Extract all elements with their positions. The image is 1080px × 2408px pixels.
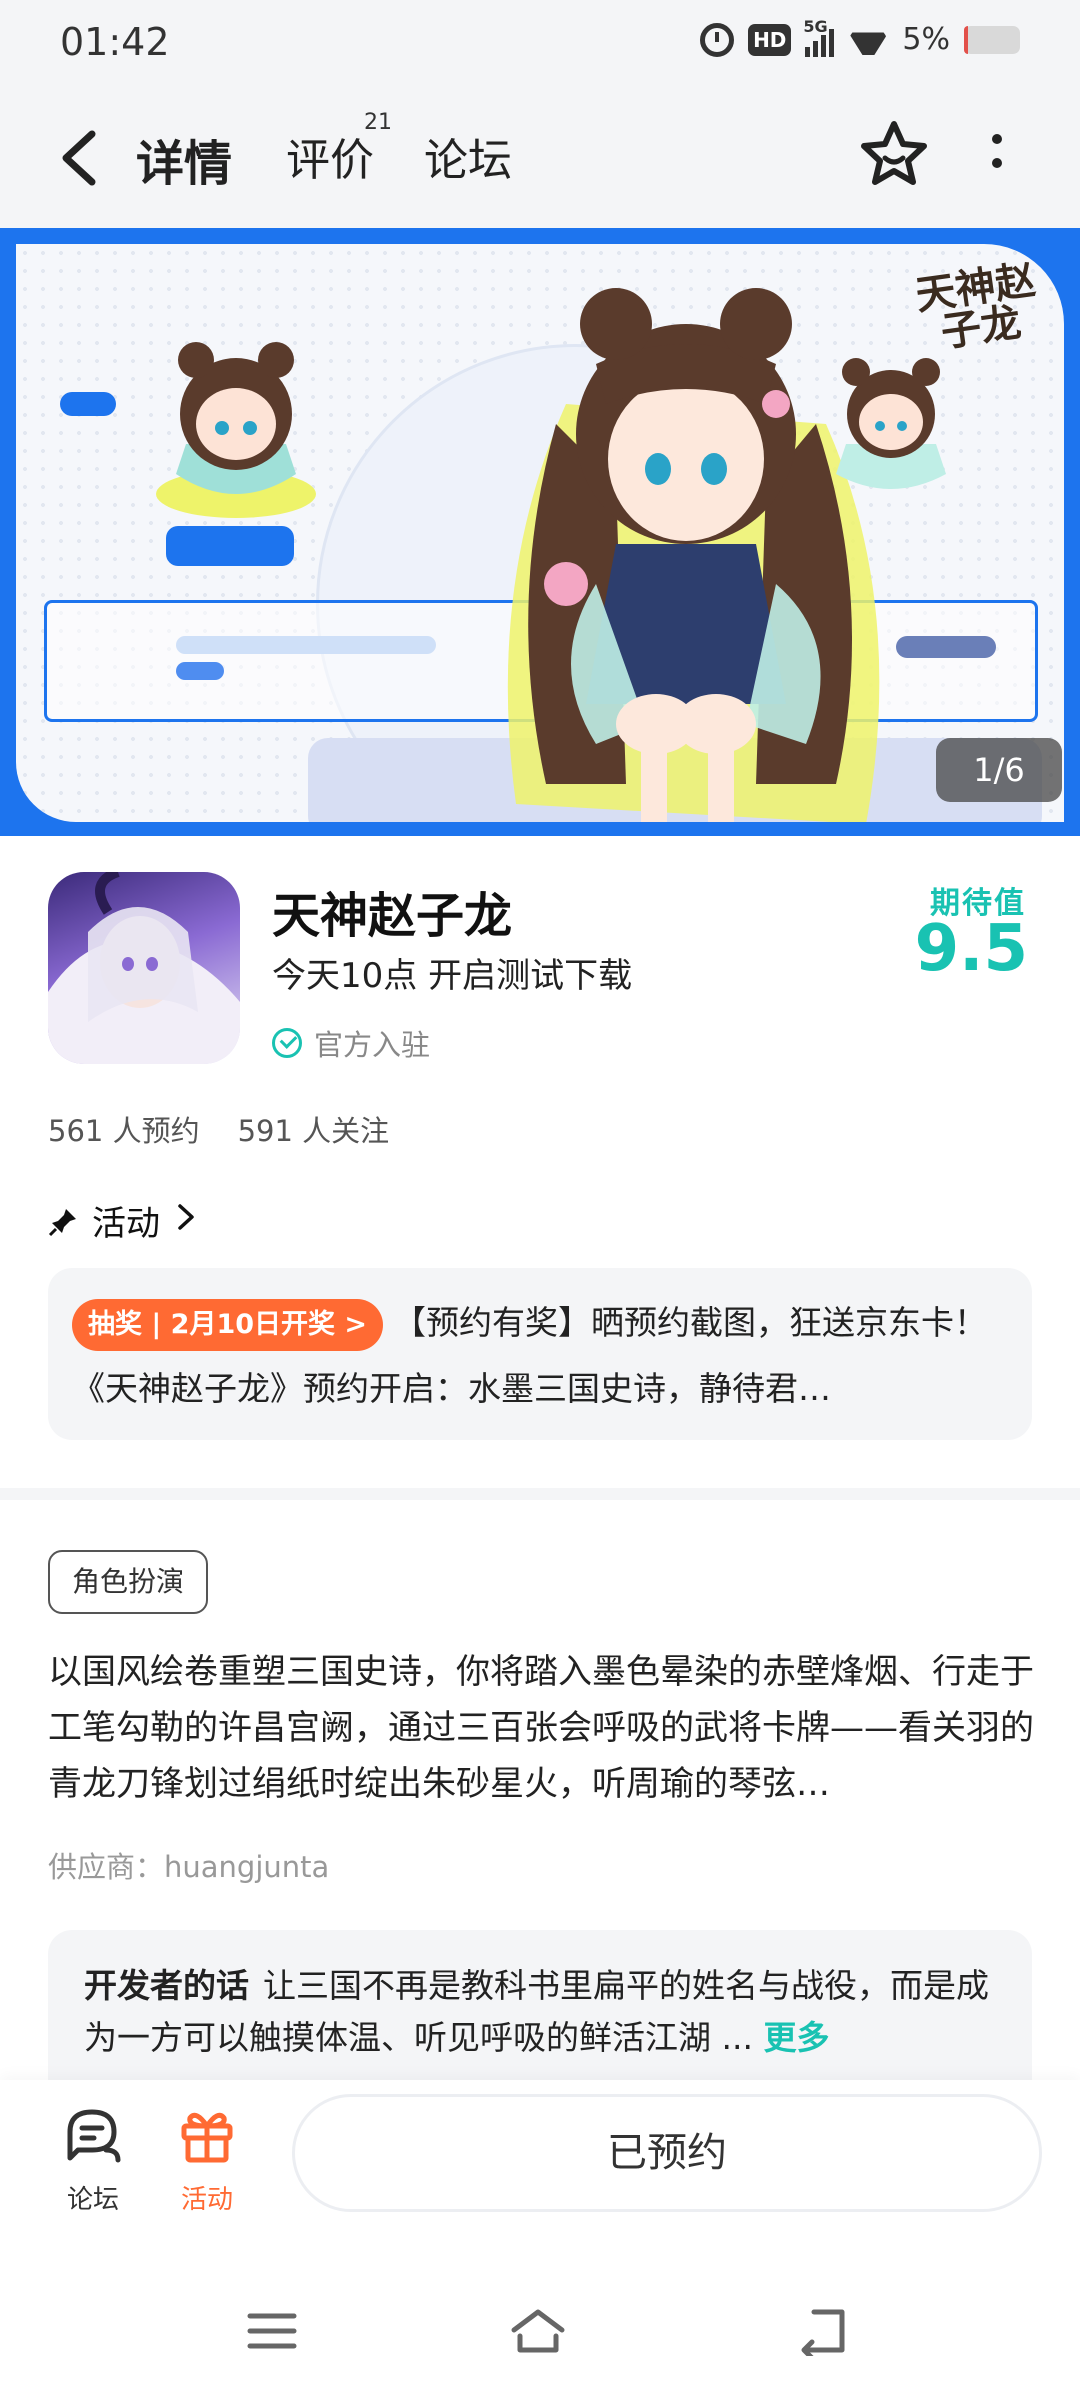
wifi-icon	[848, 25, 888, 55]
verified-check-icon	[272, 1028, 302, 1058]
tab-review[interactable]: 评价 21	[286, 110, 392, 188]
alarm-icon	[700, 22, 735, 57]
bottom-activity-label: 活动	[180, 2185, 233, 2215]
tab-forum-label: 论坛	[424, 135, 512, 186]
tab-review-label: 评价	[286, 135, 374, 186]
section-divider	[0, 1488, 1080, 1500]
gift-icon	[181, 2112, 233, 2163]
back-button[interactable]	[52, 126, 112, 190]
developer-note-title: 开发者的话	[84, 1966, 249, 2005]
back-arrow-icon	[62, 130, 96, 186]
game-launch-info: 今天10点 开启测试下载	[272, 956, 633, 996]
activity-heading: 活动	[92, 1204, 160, 1244]
bottom-forum-button[interactable]: 论坛	[48, 2104, 138, 2216]
status-time: 01:42	[60, 20, 170, 64]
review-count-badge: 21	[364, 110, 392, 135]
network-label: 5G	[803, 16, 828, 36]
game-stats: 561 人预约 591 人关注	[48, 1108, 389, 1150]
game-title: 天神赵子龙	[272, 888, 513, 944]
chibi-character-left	[156, 342, 316, 518]
supplier-info: 供应商：huangjunta	[48, 1850, 330, 1884]
more-link[interactable]: 更多	[763, 2018, 829, 2057]
signal-5g-icon: 5G	[803, 17, 835, 57]
official-label: 官方入驻	[314, 1028, 431, 1062]
star-icon	[861, 121, 927, 185]
battery-icon	[964, 25, 1020, 54]
game-icon-artwork	[48, 872, 240, 1064]
tab-forum[interactable]: 论坛	[424, 124, 512, 188]
tab-detail[interactable]: 详情	[132, 124, 239, 200]
status-bar: 01:42 HD 5G 5%	[0, 0, 1080, 88]
game-description[interactable]: 以国风绘卷重塑三国史诗，你将踏入墨色晕染的赤壁烽烟、行走于工笔勾勒的许昌宫阙，通…	[48, 1644, 1038, 1812]
reservation-count: 561 人预约	[48, 1114, 200, 1148]
battery-percent: 5%	[902, 22, 950, 57]
banner-image: 天神赵子龙	[16, 244, 1064, 822]
follower-count: 591 人关注	[237, 1114, 390, 1148]
expectation-score: 9.5	[914, 912, 1028, 986]
pin-icon	[48, 1206, 78, 1236]
activity-section-link[interactable]: 活动	[48, 1196, 198, 1245]
chat-bubble-icon	[67, 2109, 121, 2163]
system-navigation-bar	[0, 2250, 1080, 2408]
game-app-icon	[48, 872, 240, 1064]
bottom-action-bar: 论坛 活动 已预约	[0, 2080, 1080, 2250]
bottom-forum-label: 论坛	[66, 2185, 119, 2215]
developer-note-card[interactable]: 开发者的话 让三国不再是教科书里扁平的姓名与战役，而是成为一方可以触摸体温、听见呼…	[48, 1930, 1032, 2100]
activity-card[interactable]: 抽奖 | 2月10日开奖 > 【预约有奖】晒预约截图，狂送京东卡！《天神赵子龙》预…	[48, 1268, 1032, 1440]
more-dot-icon	[992, 158, 1002, 168]
hd-icon: HD	[748, 23, 792, 56]
status-icons: HD 5G 5%	[700, 17, 1020, 57]
tab-detail-label: 详情	[136, 136, 233, 192]
top-nav: 详情 评价 21 论坛	[0, 88, 1080, 228]
official-badge: 官方入驻	[272, 1022, 430, 1064]
genre-tag[interactable]: 角色扮演	[48, 1550, 209, 1614]
banner-page-counter: 1/6	[936, 738, 1062, 802]
more-dot-icon	[992, 134, 1002, 144]
banner-carousel[interactable]: 天神赵子龙 1/6	[0, 228, 1080, 836]
game-logo-text: 天神赵子龙	[912, 256, 1039, 357]
bottom-activity-button[interactable]: 活动	[162, 2104, 252, 2216]
chevron-right-icon	[174, 1201, 198, 1241]
reserved-button[interactable]: 已预约	[292, 2094, 1042, 2212]
system-back-icon[interactable]	[796, 2306, 852, 2356]
chibi-character-right	[836, 358, 946, 489]
favorite-button[interactable]	[858, 118, 930, 190]
more-options-button[interactable]	[982, 134, 1012, 194]
menu-icon[interactable]	[244, 2306, 300, 2356]
lottery-tag: 抽奖 | 2月10日开奖 >	[72, 1298, 384, 1351]
home-icon[interactable]	[510, 2306, 566, 2356]
